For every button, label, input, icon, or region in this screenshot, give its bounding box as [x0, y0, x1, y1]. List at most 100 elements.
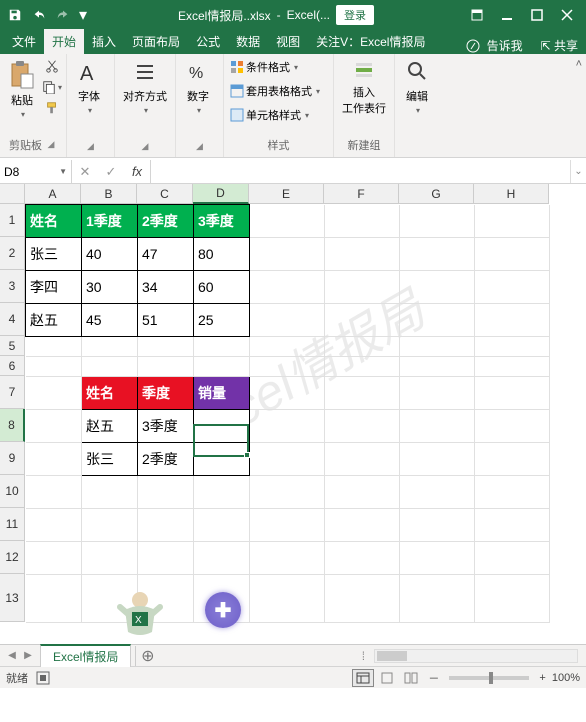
number-launcher-icon[interactable]: ◢	[194, 141, 206, 153]
collapse-ribbon-icon[interactable]: ˄	[572, 54, 586, 157]
cell[interactable]	[26, 377, 82, 410]
col-header-C[interactable]: C	[137, 184, 193, 204]
page-break-view-icon[interactable]	[400, 669, 422, 687]
cell[interactable]	[475, 337, 550, 357]
row-header-3[interactable]: 3	[0, 270, 25, 303]
cell[interactable]	[194, 357, 250, 377]
col-header-G[interactable]: G	[399, 184, 474, 204]
cell[interactable]: 40	[82, 238, 138, 271]
sheet-nav-prev-icon[interactable]: ◀	[4, 647, 20, 665]
cell[interactable]	[26, 509, 82, 542]
col-header-A[interactable]: A	[25, 184, 81, 204]
cell[interactable]	[250, 205, 325, 238]
macro-record-icon[interactable]	[36, 671, 50, 685]
table-format-button[interactable]: 套用表格格式▾	[228, 80, 329, 102]
qat-more-icon[interactable]: ▾	[76, 4, 90, 26]
cell[interactable]: 45	[82, 304, 138, 337]
cell[interactable]	[475, 542, 550, 575]
cell[interactable]	[250, 271, 325, 304]
cell[interactable]: 张三	[82, 443, 138, 476]
cell[interactable]	[138, 337, 194, 357]
cell[interactable]: 销量	[194, 377, 250, 410]
cell[interactable]	[250, 509, 325, 542]
tab-home[interactable]: 开始	[44, 29, 84, 54]
row-header-8[interactable]: 8	[0, 409, 25, 442]
alignment-button[interactable]: 对齐方式 ▾	[119, 56, 171, 124]
zoom-level[interactable]: 100%	[552, 672, 580, 684]
cell[interactable]	[250, 337, 325, 357]
page-layout-view-icon[interactable]	[376, 669, 398, 687]
cell[interactable]	[138, 542, 194, 575]
cell[interactable]	[250, 238, 325, 271]
tellme-text[interactable]: 告诉我	[487, 37, 523, 54]
sheet-nav-next-icon[interactable]: ▶	[20, 647, 36, 665]
cell[interactable]	[82, 509, 138, 542]
cell[interactable]	[475, 575, 550, 623]
cell[interactable]	[325, 476, 400, 509]
cell[interactable]: 姓名	[26, 205, 82, 238]
cell[interactable]: 25	[194, 304, 250, 337]
cell[interactable]: 60	[194, 271, 250, 304]
cell[interactable]	[400, 443, 475, 476]
maximize-icon[interactable]	[522, 1, 552, 29]
login-button[interactable]: 登录	[336, 5, 374, 25]
cell[interactable]: 赵五	[82, 410, 138, 443]
cell[interactable]	[82, 337, 138, 357]
row-header-5[interactable]: 5	[0, 336, 25, 356]
cell[interactable]: 2季度	[138, 443, 194, 476]
col-header-B[interactable]: B	[81, 184, 137, 204]
cell[interactable]	[194, 542, 250, 575]
cell[interactable]	[325, 205, 400, 238]
tab-data[interactable]: 数据	[228, 29, 268, 54]
cell[interactable]	[194, 443, 250, 476]
cell[interactable]: 3季度	[194, 205, 250, 238]
cell[interactable]	[475, 357, 550, 377]
conditional-format-button[interactable]: 条件格式▾	[228, 56, 329, 78]
cell[interactable]: 34	[138, 271, 194, 304]
copy-icon[interactable]: ▾	[42, 77, 62, 97]
cell[interactable]: 51	[138, 304, 194, 337]
cell[interactable]	[250, 575, 325, 623]
fx-icon[interactable]: fx	[124, 164, 150, 179]
cut-icon[interactable]	[42, 56, 62, 76]
row-header-9[interactable]: 9	[0, 442, 25, 475]
cell[interactable]	[325, 337, 400, 357]
cell[interactable]	[250, 542, 325, 575]
cell[interactable]	[475, 443, 550, 476]
sheet-tab[interactable]: Excel情报局	[40, 644, 131, 667]
cell[interactable]	[325, 238, 400, 271]
select-all-corner[interactable]	[0, 184, 25, 204]
row-header-7[interactable]: 7	[0, 376, 25, 409]
cell[interactable]	[82, 357, 138, 377]
enter-formula-icon[interactable]: ✓	[98, 164, 124, 180]
cell[interactable]	[138, 476, 194, 509]
format-painter-icon[interactable]	[42, 98, 62, 118]
col-header-H[interactable]: H	[474, 184, 549, 204]
normal-view-icon[interactable]	[352, 669, 374, 687]
cell[interactable]	[475, 377, 550, 410]
cell[interactable]	[194, 337, 250, 357]
ribbon-display-icon[interactable]	[462, 1, 492, 29]
cell[interactable]	[26, 542, 82, 575]
cell[interactable]	[325, 357, 400, 377]
cell[interactable]: 姓名	[82, 377, 138, 410]
row-header-1[interactable]: 1	[0, 204, 25, 237]
paste-button[interactable]: 粘贴 ▾	[4, 56, 40, 124]
cell[interactable]	[26, 357, 82, 377]
clipboard-launcher-icon[interactable]: ◢	[45, 139, 57, 151]
tab-layout[interactable]: 页面布局	[124, 29, 188, 54]
cell[interactable]	[82, 542, 138, 575]
cell[interactable]: 3季度	[138, 410, 194, 443]
cell[interactable]	[400, 238, 475, 271]
cell[interactable]	[325, 443, 400, 476]
horizontal-scrollbar[interactable]	[374, 649, 578, 663]
cell[interactable]	[400, 575, 475, 623]
cell[interactable]	[400, 357, 475, 377]
row-header-12[interactable]: 12	[0, 541, 25, 574]
share-button[interactable]: ⇱ 共享	[541, 37, 578, 54]
cell[interactable]	[26, 337, 82, 357]
cell[interactable]	[250, 304, 325, 337]
cell[interactable]	[475, 238, 550, 271]
close-icon[interactable]	[552, 1, 582, 29]
cell[interactable]	[194, 410, 250, 443]
